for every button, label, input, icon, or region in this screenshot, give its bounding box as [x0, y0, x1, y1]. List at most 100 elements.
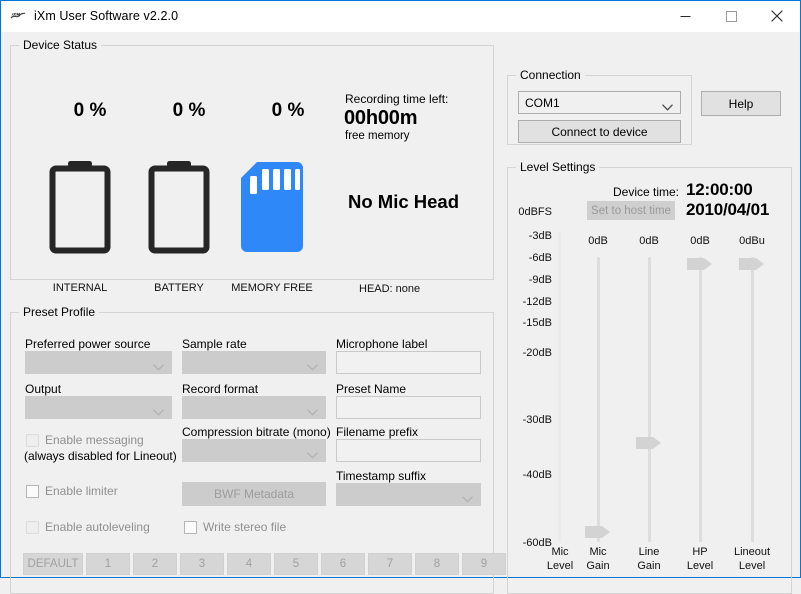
memory-free-label: MEMORY FREE: [217, 282, 327, 294]
messaging-note: (always disabled for Lineout): [24, 449, 177, 463]
db-tick-3: -9dB: [510, 274, 552, 286]
record-format-select[interactable]: [182, 396, 326, 419]
preset-button-5[interactable]: 5: [274, 553, 318, 575]
preset-button-3[interactable]: 3: [180, 553, 224, 575]
enable-messaging-checkbox[interactable]: Enable messaging: [26, 433, 144, 447]
line-gain-thumb[interactable]: [636, 436, 662, 453]
memory-free-percent: 0 %: [248, 100, 328, 122]
chevron-down-icon: [307, 448, 318, 462]
power-source-select[interactable]: [25, 351, 172, 374]
hp-level-caption-line2: Level: [672, 559, 728, 573]
line-gain-track[interactable]: [648, 257, 651, 542]
hp-level-track[interactable]: [699, 257, 702, 542]
microphone-label-label: Microphone label: [336, 337, 427, 351]
bwf-metadata-label: BWF Metadata: [214, 487, 294, 501]
filename-prefix-input[interactable]: [336, 439, 481, 462]
device-time-label: Device time:: [613, 185, 679, 199]
device-status-legend: Device Status: [19, 38, 101, 52]
mic-gain-track[interactable]: [597, 257, 600, 542]
connect-to-device-button[interactable]: Connect to device: [518, 120, 681, 143]
preset-button-label: 8: [434, 558, 440, 570]
preset-name-input[interactable]: [336, 396, 481, 419]
mic-level-caption-line1: Mic: [532, 545, 588, 559]
minimize-button[interactable]: [662, 1, 708, 32]
preset-button-1[interactable]: 1: [86, 553, 130, 575]
checkbox-box: [26, 521, 39, 534]
write-stereo-file-label: Write stereo file: [203, 520, 286, 534]
chevron-down-icon: [307, 405, 318, 419]
title-bar: iXm User Software v2.2.0: [1, 1, 800, 32]
mic-head-label: HEAD: none: [359, 283, 420, 295]
preset-button-9[interactable]: 9: [462, 553, 506, 575]
sd-card-icon: [241, 162, 303, 255]
enable-limiter-label: Enable limiter: [45, 484, 118, 498]
line-gain-value: 0dB: [624, 235, 674, 247]
hp-level-caption: HPLevel: [672, 545, 728, 573]
lineout-level-caption-line2: Level: [724, 559, 780, 573]
lineout-level-track[interactable]: [751, 257, 754, 542]
internal-percent: 0 %: [50, 100, 130, 122]
mic-level-meter: [558, 232, 561, 542]
mic-head-status: No Mic Head: [348, 191, 459, 213]
compression-bitrate-select[interactable]: [182, 439, 326, 462]
close-button[interactable]: [754, 1, 800, 32]
window-controls: [662, 1, 800, 32]
maximize-button[interactable]: [708, 1, 754, 32]
preset-button-8[interactable]: 8: [415, 553, 459, 575]
enable-limiter-checkbox[interactable]: Enable limiter: [26, 484, 118, 498]
recording-time-value: 00h00m: [344, 107, 417, 130]
write-stereo-file-checkbox[interactable]: Write stereo file: [184, 520, 286, 534]
line-gain-caption-line1: Line: [621, 545, 677, 559]
enable-autoleveling-checkbox[interactable]: Enable autoleveling: [26, 520, 150, 534]
timestamp-suffix-select[interactable]: [336, 483, 481, 506]
preset-button-7[interactable]: 7: [368, 553, 412, 575]
preset-button-label: 7: [387, 558, 393, 570]
chevron-down-icon: [153, 360, 164, 374]
db-tick-8: -40dB: [510, 469, 552, 481]
db-tick-4: -12dB: [510, 296, 552, 308]
battery-percent: 0 %: [149, 100, 229, 122]
microphone-label-input[interactable]: [336, 351, 481, 374]
preset-button-2[interactable]: 2: [133, 553, 177, 575]
checkbox-box: [184, 521, 197, 534]
hp-level-thumb[interactable]: [687, 257, 713, 274]
set-to-host-time-button[interactable]: Set to host time: [587, 201, 675, 220]
sample-rate-select[interactable]: [182, 351, 326, 374]
lineout-level-thumb[interactable]: [739, 257, 765, 274]
output-select[interactable]: [25, 396, 172, 419]
com-port-select[interactable]: COM1: [518, 91, 681, 114]
enable-messaging-label: Enable messaging: [45, 433, 144, 447]
device-time-value: 12:00:00: [686, 180, 752, 200]
help-button[interactable]: Help: [701, 91, 781, 116]
preset-button-default[interactable]: DEFAULT: [23, 553, 83, 575]
bwf-metadata-button[interactable]: BWF Metadata: [182, 482, 326, 506]
enable-autoleveling-label: Enable autoleveling: [45, 520, 150, 534]
chevron-down-icon: [462, 492, 473, 506]
recording-time-sub: free memory: [345, 130, 410, 142]
mic-level-caption: MicLevel: [532, 545, 588, 573]
connection-legend: Connection: [516, 68, 585, 82]
preset-button-4[interactable]: 4: [227, 553, 271, 575]
chevron-down-icon: [307, 360, 318, 374]
recording-time-title: Recording time left:: [345, 92, 448, 106]
preset-button-label: 3: [199, 558, 205, 570]
preset-button-label: 4: [246, 558, 252, 570]
connect-to-device-label: Connect to device: [551, 125, 647, 139]
preset-button-label: 9: [481, 558, 487, 570]
record-format-label: Record format: [182, 382, 258, 396]
internal-label: INTERNAL: [25, 282, 135, 294]
preset-button-label: 1: [105, 558, 111, 570]
ixm-logo-icon: [10, 8, 26, 24]
chevron-down-icon: [153, 405, 164, 419]
set-to-host-time-label: Set to host time: [591, 205, 671, 217]
preset-button-label: 2: [152, 558, 158, 570]
preset-button-6[interactable]: 6: [321, 553, 365, 575]
battery-icon: [49, 160, 111, 257]
level-settings-legend: Level Settings: [516, 160, 599, 174]
power-source-label: Preferred power source: [25, 337, 150, 351]
mic-gain-thumb[interactable]: [585, 525, 611, 542]
lineout-level-caption-line1: Lineout: [724, 545, 780, 559]
hp-level-value: 0dB: [675, 235, 725, 247]
db-tick-1: -3dB: [510, 230, 552, 242]
mic-gain-value: 0dB: [573, 235, 623, 247]
